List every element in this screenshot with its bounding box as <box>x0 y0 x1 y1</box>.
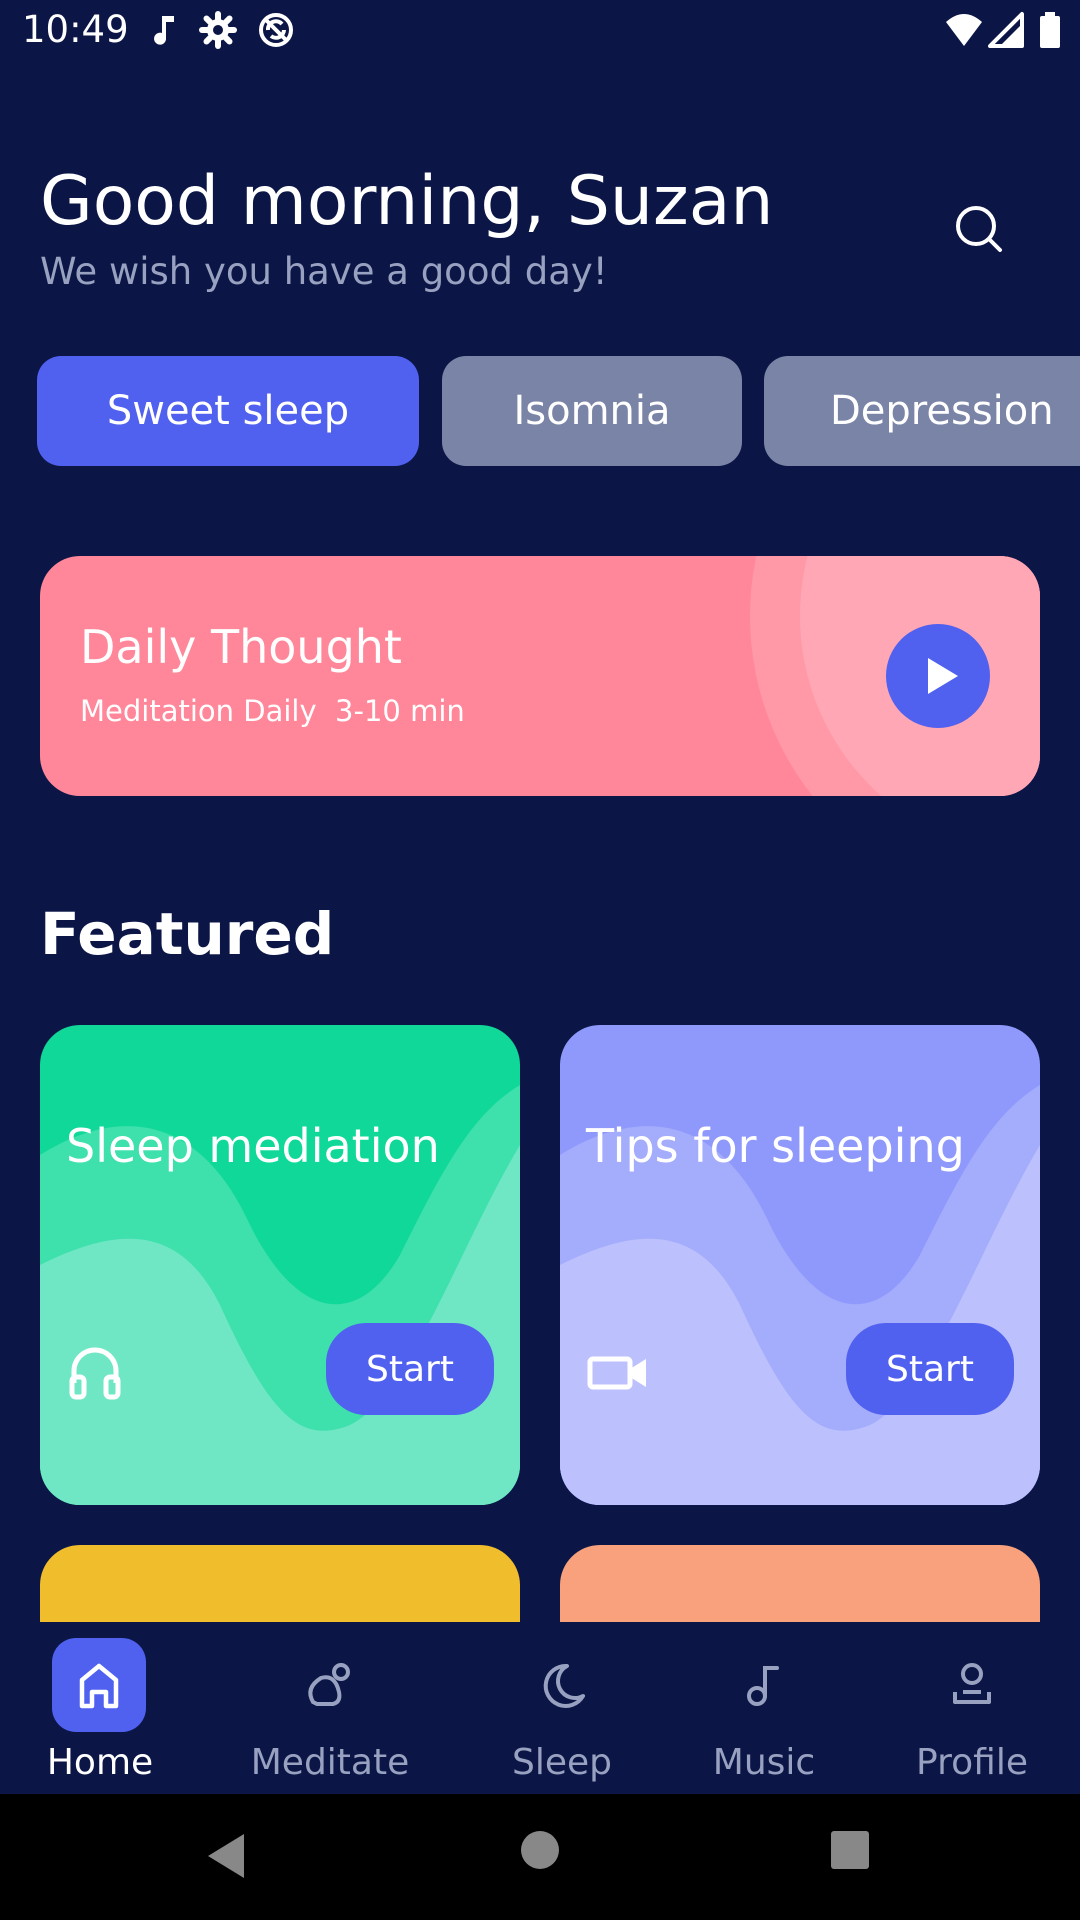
music-note-icon <box>747 1666 779 1706</box>
signal-icon <box>988 12 1024 48</box>
start-button[interactable]: Start <box>326 1323 494 1415</box>
app-screen: 10:49 Good morning, Suzan We wish you ha… <box>0 0 1080 1920</box>
chip-label: Depression <box>830 388 1054 434</box>
headphones-icon <box>69 1347 121 1400</box>
status-time: 10:49 <box>22 8 129 51</box>
start-button-label: Start <box>886 1348 974 1390</box>
nav-label: Sleep <box>511 1742 612 1783</box>
play-icon <box>928 658 958 694</box>
daily-thought-subtitle: Meditation Daily 3-10 min <box>80 694 465 728</box>
settings-icon <box>199 11 237 49</box>
home-icon <box>79 1663 119 1709</box>
back-icon[interactable] <box>200 1828 250 1884</box>
meditate-icon <box>308 1663 350 1706</box>
start-button-label: Start <box>366 1348 454 1390</box>
nav-label: Meditate <box>250 1742 410 1783</box>
start-button[interactable]: Start <box>846 1323 1014 1415</box>
chip-label: Isomnia <box>513 388 671 434</box>
nav-item-music[interactable]: Music <box>700 1636 828 1786</box>
nav-item-sleep[interactable]: Sleep <box>500 1636 624 1786</box>
nav-label: Profile <box>916 1742 1028 1783</box>
profile-icon <box>953 1663 991 1704</box>
moon-icon <box>543 1663 585 1708</box>
video-camera-icon <box>587 1356 646 1390</box>
nav-label: Home <box>46 1742 154 1783</box>
status-bar: 10:49 <box>0 0 1080 64</box>
greeting-title: Good morning, Suzan <box>40 162 774 241</box>
card-title: Sleep mediation <box>66 1119 440 1173</box>
music-note-icon <box>154 16 174 45</box>
featured-heading: Featured <box>40 900 335 968</box>
recents-icon[interactable] <box>830 1830 870 1870</box>
greeting-subtitle: We wish you have a good day! <box>40 250 608 293</box>
chip-label: Sweet sleep <box>106 388 350 434</box>
home-circle-icon[interactable] <box>520 1830 560 1870</box>
system-nav-bar <box>0 1794 1080 1920</box>
nav-item-profile[interactable]: Profile <box>904 1636 1040 1786</box>
featured-card-tips-for-sleeping[interactable]: Tips for sleeping Start <box>560 1025 1040 1505</box>
wifi-icon <box>946 14 982 46</box>
featured-card-sleep-mediation[interactable]: Sleep mediation Start <box>40 1025 520 1505</box>
battery-icon <box>1040 12 1060 48</box>
card-wave-background <box>40 1085 520 1505</box>
category-chip-depression[interactable]: Depression <box>764 356 1080 466</box>
no-sync-icon <box>259 13 293 47</box>
search-icon[interactable] <box>948 198 1008 258</box>
play-button[interactable] <box>886 624 990 728</box>
daily-thought-title: Daily Thought <box>80 620 402 674</box>
nav-label: Music <box>712 1742 816 1783</box>
nav-item-home[interactable]: Home <box>40 1636 160 1786</box>
card-wave-background <box>560 1085 1040 1505</box>
daily-thought-card[interactable]: Daily Thought Meditation Daily 3-10 min <box>40 556 1040 796</box>
category-chip-sweet-sleep[interactable]: Sweet sleep <box>37 356 419 466</box>
card-title: Tips for sleeping <box>586 1119 965 1173</box>
category-chip-isomnia[interactable]: Isomnia <box>442 356 742 466</box>
nav-active-indicator <box>52 1638 146 1732</box>
nav-item-meditate[interactable]: Meditate <box>240 1636 420 1786</box>
